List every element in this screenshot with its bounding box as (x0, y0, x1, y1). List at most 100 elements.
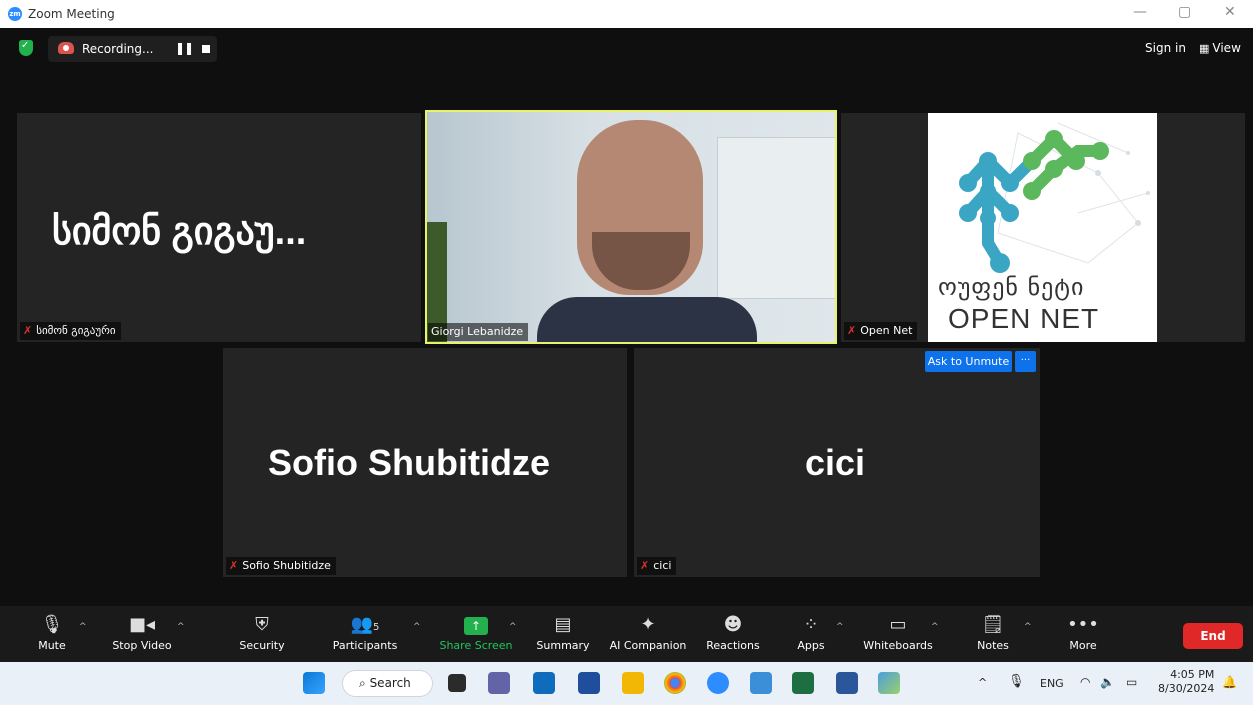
task-view-icon[interactable] (448, 674, 466, 692)
participant-more-button[interactable]: ··· (1015, 351, 1036, 372)
notes-label: Notes (977, 639, 1009, 652)
close-button[interactable]: ✕ (1224, 4, 1236, 20)
participant-tile[interactable]: სიმონ გიგაუ... ✗ სიმონ გიგაური (17, 113, 421, 342)
restore-button[interactable]: ▢ (1178, 4, 1191, 20)
windows-start-icon[interactable] (303, 672, 325, 694)
store-icon[interactable] (578, 672, 600, 694)
logo-text-english: OPEN NET (948, 303, 1100, 334)
minimize-button[interactable]: — (1133, 4, 1147, 20)
stop-recording-button[interactable] (202, 45, 210, 53)
apps-icon: ⁘ (803, 614, 819, 635)
apps-button[interactable]: ⁘ Apps (794, 614, 828, 652)
teams-icon[interactable] (488, 672, 510, 694)
notes-icon: 🗒 (981, 614, 1005, 635)
participant-nametag: ✗ Open Net (844, 322, 918, 340)
file-explorer-icon[interactable] (622, 672, 644, 694)
window-title: Zoom Meeting (28, 7, 115, 21)
end-meeting-button[interactable]: End (1183, 623, 1243, 649)
microphone-icon: 🎙 (40, 614, 64, 635)
participants-button[interactable]: 👥5 Participants (330, 614, 400, 652)
zoom-logo-icon: zm (8, 7, 22, 21)
camera-icon: ■◂ (128, 614, 156, 635)
zoom-app-icon[interactable] (707, 672, 729, 694)
language-indicator[interactable]: ENG (1040, 677, 1064, 690)
encryption-shield-icon[interactable] (19, 40, 33, 56)
security-label: Security (239, 639, 285, 652)
chrome-icon[interactable] (664, 672, 686, 694)
nametag-label: cici (653, 559, 672, 572)
open-net-logo: ოუფენ ნეტი OPEN NET (928, 113, 1157, 342)
whiteboards-options-caret[interactable]: ^ (931, 622, 939, 632)
participant-nametag: Giorgi Lebanidze (428, 323, 529, 341)
participant-tile[interactable]: Sofio Shubitidze ✗ Sofio Shubitidze (223, 348, 627, 577)
audio-options-caret[interactable]: ^ (79, 622, 87, 632)
reactions-button[interactable]: ☻ Reactions (705, 614, 761, 652)
share-screen-label: Share Screen (439, 639, 513, 652)
notes-options-caret[interactable]: ^ (1024, 622, 1032, 632)
battery-icon[interactable]: ▭ (1126, 675, 1137, 689)
security-button[interactable]: ⛨ Security (236, 614, 288, 652)
excel-icon[interactable] (792, 672, 814, 694)
wifi-icon[interactable]: ◠ (1080, 675, 1090, 689)
taskbar-search[interactable]: ⌕ Search (342, 670, 433, 697)
shield-icon: ⛨ (255, 614, 269, 635)
mic-muted-icon: ✗ (847, 324, 857, 337)
apps-label: Apps (797, 639, 825, 652)
video-whiteboard (717, 137, 835, 299)
taskbar-clock[interactable]: 4:05 PM 8/30/2024 (1158, 668, 1214, 696)
share-screen-icon: ↑ (464, 617, 488, 635)
logo-text-georgian: ოუფენ ნეტი (938, 273, 1085, 301)
nametag-label: სიმონ გიგაური (36, 324, 116, 337)
mute-label: Mute (38, 639, 66, 652)
nametag-label: Open Net (860, 324, 913, 337)
whiteboards-button[interactable]: ▭ Whiteboards (861, 614, 935, 652)
ai-companion-button[interactable]: ✦ AI Companion (607, 614, 689, 652)
smiley-icon: ☻ (723, 614, 743, 635)
photos-icon[interactable] (750, 672, 772, 694)
speaker-icon[interactable]: 🔈 (1100, 675, 1115, 689)
active-speaker-video[interactable]: Giorgi Lebanidze (425, 110, 837, 344)
participant-display-name: Sofio Shubitidze (268, 442, 550, 483)
pause-recording-button[interactable]: ❚❚ (175, 41, 194, 55)
meeting-toolbar: 🎙 Mute ^ ■◂ Stop Video ^ ⛨ Security 👥5 P… (0, 606, 1253, 662)
participant-nametag: ✗ cici (637, 557, 677, 575)
participant-nametag: ✗ Sofio Shubitidze (226, 557, 336, 575)
stop-video-button[interactable]: ■◂ Stop Video (108, 614, 176, 652)
notification-icon[interactable]: 🔔 (1222, 675, 1237, 689)
grid-icon: ▦ (1199, 42, 1210, 55)
reactions-label: Reactions (706, 639, 760, 652)
search-icon: ⌕ (359, 676, 366, 690)
participant-display-name: cici (805, 442, 866, 483)
participants-icon: 👥5 (350, 614, 380, 635)
word-icon[interactable] (836, 672, 858, 694)
participants-label: Participants (332, 639, 398, 652)
edge-icon[interactable] (878, 672, 900, 694)
more-label: More (1069, 639, 1097, 652)
more-dots-icon: ••• (1067, 614, 1099, 635)
view-label: View (1212, 41, 1241, 55)
nametag-label: Sofio Shubitidze (242, 559, 331, 572)
whiteboards-label: Whiteboards (863, 639, 933, 652)
participant-tile[interactable]: cici ✗ cici (634, 348, 1040, 577)
more-button[interactable]: ••• More (1066, 614, 1100, 652)
summary-icon: ▤ (554, 614, 572, 635)
participants-options-caret[interactable]: ^ (413, 622, 421, 632)
mute-button[interactable]: 🎙 Mute (34, 614, 70, 652)
sign-in-button[interactable]: Sign in (1145, 41, 1186, 55)
tray-mic-icon[interactable]: 🎙 (1008, 674, 1025, 689)
mic-muted-icon: ✗ (23, 324, 33, 337)
outlook-icon[interactable] (533, 672, 555, 694)
view-button[interactable]: ▦ View (1199, 41, 1241, 55)
share-screen-button[interactable]: ↑ Share Screen (438, 614, 514, 652)
whiteboard-icon: ▭ (889, 614, 907, 635)
windows-taskbar: ⌕ Search ^ 🎙 ENG ◠ 🔈 ▭ 4:05 PM 8/30/2024… (0, 662, 1253, 705)
notes-button[interactable]: 🗒 Notes (975, 614, 1011, 652)
summary-button[interactable]: ▤ Summary (536, 614, 590, 652)
tray-overflow-icon[interactable]: ^ (978, 676, 987, 689)
stop-video-label: Stop Video (112, 639, 172, 652)
apps-options-caret[interactable]: ^ (836, 622, 844, 632)
video-person-shirt (537, 297, 757, 342)
ask-to-unmute-button[interactable]: Ask to Unmute (925, 351, 1012, 372)
video-options-caret[interactable]: ^ (177, 622, 185, 632)
share-options-caret[interactable]: ^ (509, 622, 517, 632)
